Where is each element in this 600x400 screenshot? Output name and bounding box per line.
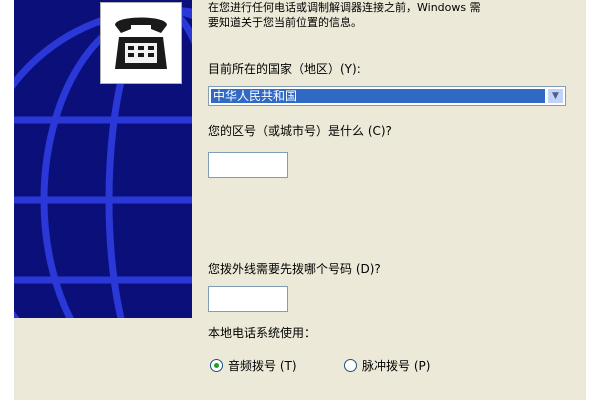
area-code-input[interactable] — [208, 152, 288, 178]
intro-line-1: 在您进行任何电话或调制解调器连接之前，Windows 需 — [208, 1, 481, 14]
globe-banner — [14, 0, 192, 318]
dialing-label: 本地电话系统使用： — [208, 326, 317, 340]
tone-dialing-label[interactable]: 音频拨号 (T) — [228, 357, 297, 374]
intro-line-2: 要知道关于您当前位置的信息。 — [208, 16, 362, 29]
intro-text: 在您进行任何电话或调制解调器连接之前，Windows 需 要知道关于您当前位置的… — [208, 0, 580, 30]
pulse-dialing-radio[interactable] — [344, 359, 357, 372]
country-selected-value: 中华人民共和国 — [211, 89, 545, 103]
area-code-label: 您的区号（或城市号）是什么 (C)? — [208, 124, 392, 138]
telephone-icon — [115, 17, 167, 69]
tone-dialing-radio[interactable] — [210, 359, 223, 372]
outside-line-input[interactable] — [208, 286, 288, 312]
radio-selected-dot — [214, 363, 219, 368]
pulse-dialing-label[interactable]: 脉冲拨号 (P) — [362, 357, 430, 374]
telephone-icon-box — [100, 2, 182, 84]
country-select[interactable]: 中华人民共和国 ▼ — [208, 86, 566, 106]
left-margin — [0, 0, 14, 400]
right-margin — [586, 0, 600, 400]
country-label: 目前所在的国家（地区）(Y): — [208, 62, 361, 76]
dropdown-arrow-icon[interactable]: ▼ — [547, 88, 564, 104]
outside-line-label: 您拨外线需要先拨哪个号码 (D)? — [208, 262, 381, 276]
